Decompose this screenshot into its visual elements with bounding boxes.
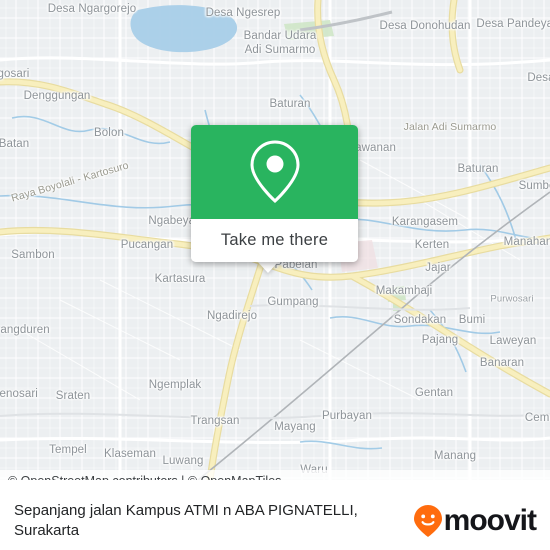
map-label: Desa (527, 72, 550, 84)
map-label: Baturan (457, 163, 499, 175)
map-label: Mayang (274, 421, 316, 433)
map-label: Laweyan (489, 335, 537, 347)
map-label: Klaseman (104, 448, 156, 460)
moovit-logo[interactable]: moovit (413, 504, 550, 538)
place-title: Sepanjang jalan Kampus ATMI n ABA PIGNAT… (14, 502, 358, 539)
map-label: Gumpang (267, 296, 319, 308)
map-attribution-text[interactable]: © OpenStreetMap contributors | © OpenMap… (0, 474, 281, 480)
map-label: Luwang (162, 455, 204, 467)
map-label: Karangasem (391, 216, 459, 228)
map-label: Sondakan (393, 314, 447, 326)
map-label: Cemani (524, 412, 550, 424)
map-label: Denggungan (23, 90, 91, 102)
map-label: Manang (433, 450, 477, 462)
map-label: Bandar Udara (243, 30, 317, 42)
map-label: Tempel (49, 444, 87, 456)
moovit-map-screen: Desa Ngargorejo Desa Ngesrep Desa Donohuda… (0, 0, 550, 550)
map-label: Purwosari (490, 293, 534, 305)
take-me-there-label: Take me there (220, 231, 329, 249)
map-label: Sraten (55, 390, 91, 402)
map-label: Baturan (269, 98, 311, 110)
map-label: Manahan (503, 236, 550, 248)
map-label: Jalan Adi Sumarmo (403, 121, 497, 133)
map-label: Desa Ngargorejo (47, 3, 137, 15)
map-label: Karangduren (0, 324, 50, 336)
popup-card-header (191, 125, 358, 219)
map-pin-icon (249, 140, 300, 204)
map-attribution-bar: © OpenStreetMap contributors | © OpenMap… (0, 470, 550, 480)
map-label: Makamhaji (375, 285, 433, 297)
map-label: Desa Donohudan (379, 20, 471, 32)
map-label: Purbayan (321, 410, 373, 422)
map-label: Sumber (518, 180, 550, 192)
take-me-there-button[interactable]: Take me there (191, 219, 358, 262)
map-label: Bumi (458, 314, 486, 326)
map-label: Desa Ngesrep (205, 7, 281, 19)
popup-card-tail (257, 261, 279, 273)
map-label: Sratenosari (0, 388, 38, 400)
map-label: Pajang (421, 334, 459, 346)
map-label: Banaran (479, 357, 525, 369)
map-label: Kartasura (154, 273, 206, 285)
take-me-there-popup[interactable]: Take me there (191, 125, 358, 262)
footer-bar: Sepanjang jalan Kampus ATMI n ABA PIGNAT… (0, 492, 550, 550)
map-label: Batan (0, 138, 30, 150)
map-label: Gentan (414, 387, 454, 399)
map-label: Ngemplak (148, 379, 202, 391)
map-label: Desa Pandeyan (476, 18, 550, 30)
map-viewport[interactable]: Desa Ngargorejo Desa Ngesrep Desa Donohuda… (0, 0, 550, 480)
map-label: Jajar (425, 262, 451, 274)
map-label: Bolon (94, 127, 124, 139)
map-label: Pucangan (120, 239, 174, 251)
moovit-smiley-pin-icon (413, 505, 442, 537)
map-label: Nogosari (0, 68, 30, 80)
map-label: Kerten (414, 239, 450, 251)
map-label: Sambon (11, 249, 55, 261)
map-label: Adi Sumarmo (244, 44, 316, 56)
map-label: Ngadirejo (206, 310, 258, 322)
moovit-wordmark: moovit (443, 504, 537, 537)
map-label: Trangsan (190, 415, 240, 427)
